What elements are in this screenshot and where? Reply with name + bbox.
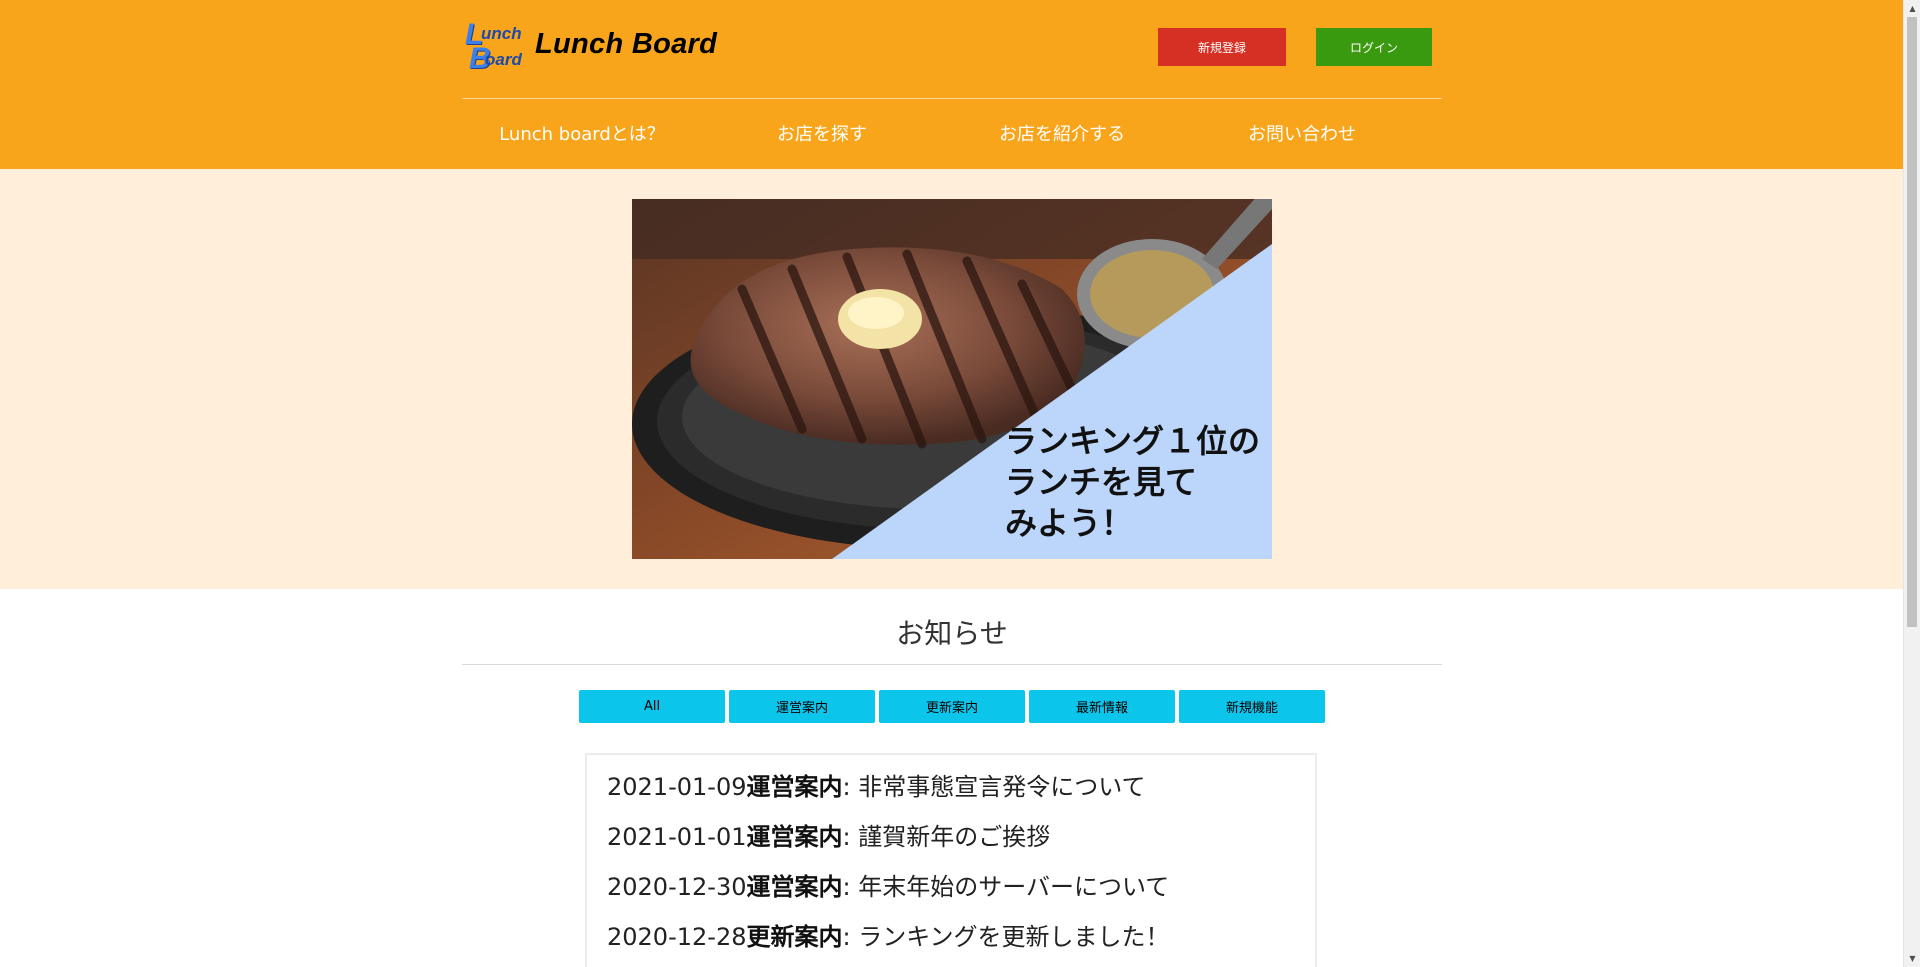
filter-update-button[interactable]: 更新案内 bbox=[879, 690, 1025, 723]
news-item[interactable]: 2020-12-28更新案内: ランキングを更新しました！ bbox=[607, 917, 1169, 952]
news-date: 2020-12-30 bbox=[607, 873, 747, 901]
news-title: 謹賀新年のご挨拶 bbox=[858, 823, 1051, 851]
news-date: 2020-12-28 bbox=[607, 923, 747, 951]
login-button[interactable]: ログイン bbox=[1316, 28, 1432, 66]
register-button[interactable]: 新規登録 bbox=[1158, 28, 1286, 66]
header-divider bbox=[462, 98, 1442, 99]
nav-item-about[interactable]: Lunch boardとは？ bbox=[462, 103, 702, 163]
news-category: 運営案内 bbox=[746, 823, 843, 851]
news-heading: お知らせ bbox=[896, 617, 1008, 650]
news-title: 非常事態宣言発令について bbox=[858, 773, 1146, 801]
logo-text: Lunch Board bbox=[535, 27, 718, 60]
news-category: 運営案内 bbox=[746, 873, 843, 901]
main-nav: Lunch boardとは？ お店を探す お店を紹介する お問い合わせ bbox=[462, 103, 1442, 163]
scroll-down-arrow-icon[interactable]: ▼ bbox=[1904, 950, 1920, 967]
filter-operation-button[interactable]: 運営案内 bbox=[729, 690, 875, 723]
news-title: 年末年始のサーバーについて bbox=[858, 873, 1170, 901]
news-category: 更新案内 bbox=[746, 923, 843, 951]
news-date: 2021-01-01 bbox=[607, 823, 747, 851]
filter-latest-button[interactable]: 最新情報 bbox=[1029, 690, 1175, 723]
filter-all-button[interactable]: All bbox=[579, 690, 725, 723]
news-filter-bar: All 運営案内 更新案内 最新情報 新規機能 bbox=[579, 690, 1329, 723]
news-item[interactable]: 2020-12-30運営案内: 年末年始のサーバーについて bbox=[607, 867, 1169, 902]
news-item[interactable]: 2021-01-09運営案内: 非常事態宣言発令について bbox=[607, 767, 1145, 802]
news-date: 2021-01-09 bbox=[607, 773, 747, 801]
vertical-scrollbar[interactable]: ▲ ▼ bbox=[1903, 0, 1920, 967]
nav-item-find-shop[interactable]: お店を探す bbox=[702, 103, 942, 163]
news-list: 2021-01-09運営案内: 非常事態宣言発令について 2021-01-01運… bbox=[585, 753, 1317, 967]
news-divider bbox=[462, 664, 1442, 665]
site-header: L unch B oard Lunch Board 新規登録 ログイン Lunc… bbox=[0, 0, 1903, 169]
news-separator: : bbox=[842, 923, 859, 951]
news-separator: : bbox=[842, 823, 859, 851]
news-item[interactable]: 2021-01-01運営案内: 謹賀新年のご挨拶 bbox=[607, 817, 1050, 852]
logo-mark-icon: L unch B oard bbox=[465, 18, 522, 75]
hero-banner[interactable]: ランキング１位の ランチを見て みよう！ bbox=[632, 199, 1272, 559]
hero-section: ランキング１位の ランチを見て みよう！ bbox=[0, 169, 1903, 589]
news-separator: : bbox=[842, 873, 859, 901]
hero-caption: ランキング１位の ランチを見て みよう！ bbox=[1005, 422, 1261, 542]
nav-item-contact[interactable]: お問い合わせ bbox=[1182, 103, 1422, 163]
page: L unch B oard Lunch Board 新規登録 ログイン Lunc… bbox=[0, 0, 1903, 967]
site-logo[interactable]: L unch B oard Lunch Board bbox=[461, 16, 718, 75]
scroll-up-arrow-icon[interactable]: ▲ bbox=[1904, 0, 1920, 17]
news-title: ランキングを更新しました！ bbox=[858, 923, 1170, 951]
nav-item-introduce-shop[interactable]: お店を紹介する bbox=[942, 103, 1182, 163]
filter-new-feature-button[interactable]: 新規機能 bbox=[1179, 690, 1325, 723]
news-separator: : bbox=[842, 773, 859, 801]
scrollbar-thumb[interactable] bbox=[1907, 17, 1917, 627]
news-category: 運営案内 bbox=[746, 773, 843, 801]
